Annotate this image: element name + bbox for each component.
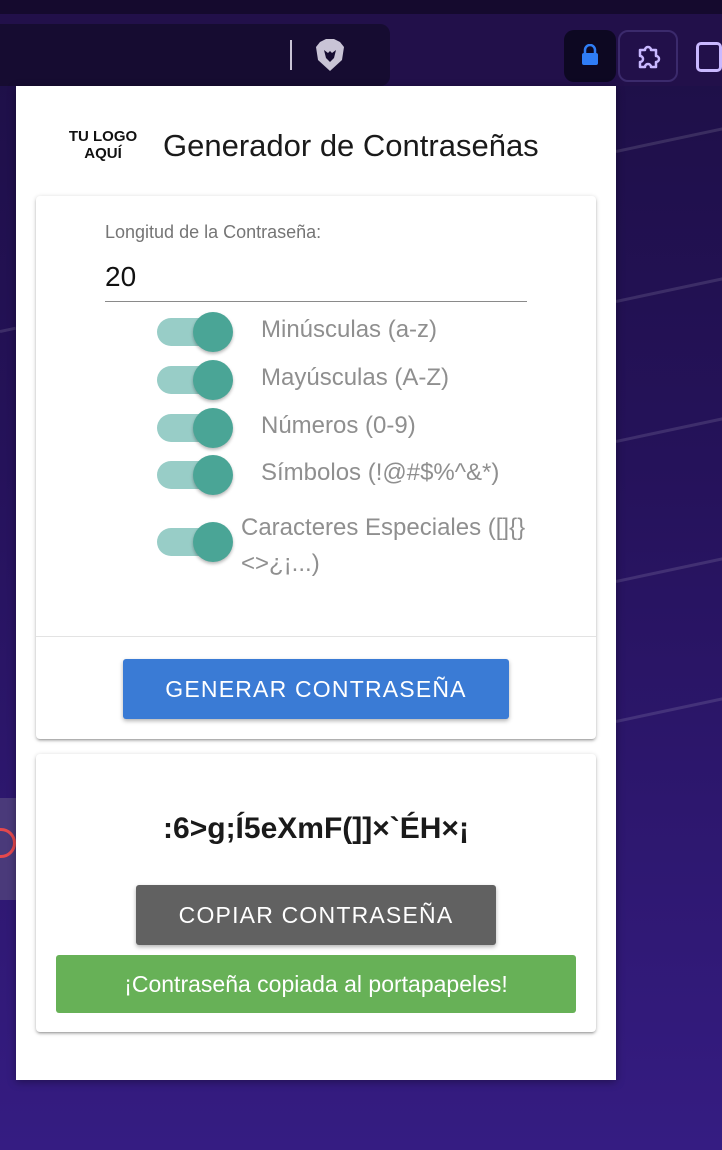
special-characters-label: Caracteres Especiales ([]{}<>¿¡...) bbox=[241, 514, 526, 577]
browser-title-bar bbox=[0, 0, 722, 14]
option-numbers[interactable]: Números (0-9) bbox=[157, 406, 577, 448]
settings-card: Longitud de la Contraseña: Minúsculas (a… bbox=[36, 196, 596, 739]
extensions-puzzle-icon[interactable] bbox=[618, 30, 678, 82]
length-label: Longitud de la Contraseña: bbox=[105, 222, 322, 242]
sidebar-toggle-icon[interactable] bbox=[696, 42, 722, 72]
toggle-thumb bbox=[193, 312, 233, 352]
logo-line-1: TU LOGO bbox=[68, 128, 138, 145]
toggle-thumb bbox=[193, 522, 233, 562]
address-bar-separator bbox=[290, 40, 292, 70]
symbols-label: Símbolos (!@#$%^&*) bbox=[261, 459, 500, 486]
toggle-thumb bbox=[193, 455, 233, 495]
password-extension-icon[interactable] bbox=[564, 30, 616, 82]
toggle-thumb bbox=[193, 360, 233, 400]
symbols-toggle[interactable] bbox=[157, 453, 233, 495]
card-divider bbox=[36, 636, 596, 637]
option-uppercase[interactable]: Mayúsculas (A-Z) bbox=[157, 358, 577, 400]
lowercase-label: Minúsculas (a-z) bbox=[261, 316, 438, 343]
extension-popup: TU LOGO AQUÍ Generador de Contraseñas Lo… bbox=[16, 86, 616, 1080]
background-streak bbox=[615, 690, 722, 723]
numbers-label: Números (0-9) bbox=[261, 412, 416, 439]
copy-password-button[interactable]: COPIAR CONTRASEÑA bbox=[136, 885, 496, 945]
generated-password: :6>g;Í5eXmF(]]×`ÉH×¡ bbox=[163, 812, 469, 845]
background-streak bbox=[0, 326, 16, 333]
popup-title: Generador de Contraseñas bbox=[163, 128, 539, 163]
generate-password-button[interactable]: GENERAR CONTRASEÑA bbox=[123, 659, 509, 719]
brave-shield-icon[interactable] bbox=[314, 38, 346, 72]
option-lowercase[interactable]: Minúsculas (a-z) bbox=[157, 310, 577, 352]
address-bar[interactable] bbox=[0, 24, 390, 86]
background-streak bbox=[615, 550, 722, 583]
toggle-thumb bbox=[193, 408, 233, 448]
copied-confirmation-message: ¡Contraseña copiada al portapapeles! bbox=[56, 955, 576, 1013]
background-streak bbox=[615, 120, 722, 153]
logo-placeholder: TU LOGO AQUÍ bbox=[64, 128, 142, 162]
result-card: :6>g;Í5eXmF(]]×`ÉH×¡ COPIAR CONTRASEÑA ¡… bbox=[36, 754, 596, 1032]
background-streak bbox=[615, 270, 722, 303]
special-characters-toggle[interactable] bbox=[157, 520, 233, 562]
popup-header: TU LOGO AQUÍ Generador de Contraseñas bbox=[16, 86, 616, 196]
option-symbols[interactable]: Símbolos (!@#$%^&*) bbox=[157, 453, 577, 495]
uppercase-label: Mayúsculas (A-Z) bbox=[261, 364, 450, 391]
lowercase-toggle[interactable] bbox=[157, 310, 233, 352]
logo-line-2: AQUÍ bbox=[84, 145, 122, 162]
record-icon bbox=[0, 828, 16, 858]
background-streak bbox=[615, 410, 722, 443]
numbers-toggle[interactable] bbox=[157, 406, 233, 448]
background-page-element bbox=[0, 798, 16, 900]
option-special-characters[interactable]: Caracteres Especiales ([]{}<>¿¡...) bbox=[157, 514, 577, 577]
length-input[interactable] bbox=[105, 252, 527, 302]
uppercase-toggle[interactable] bbox=[157, 358, 233, 400]
